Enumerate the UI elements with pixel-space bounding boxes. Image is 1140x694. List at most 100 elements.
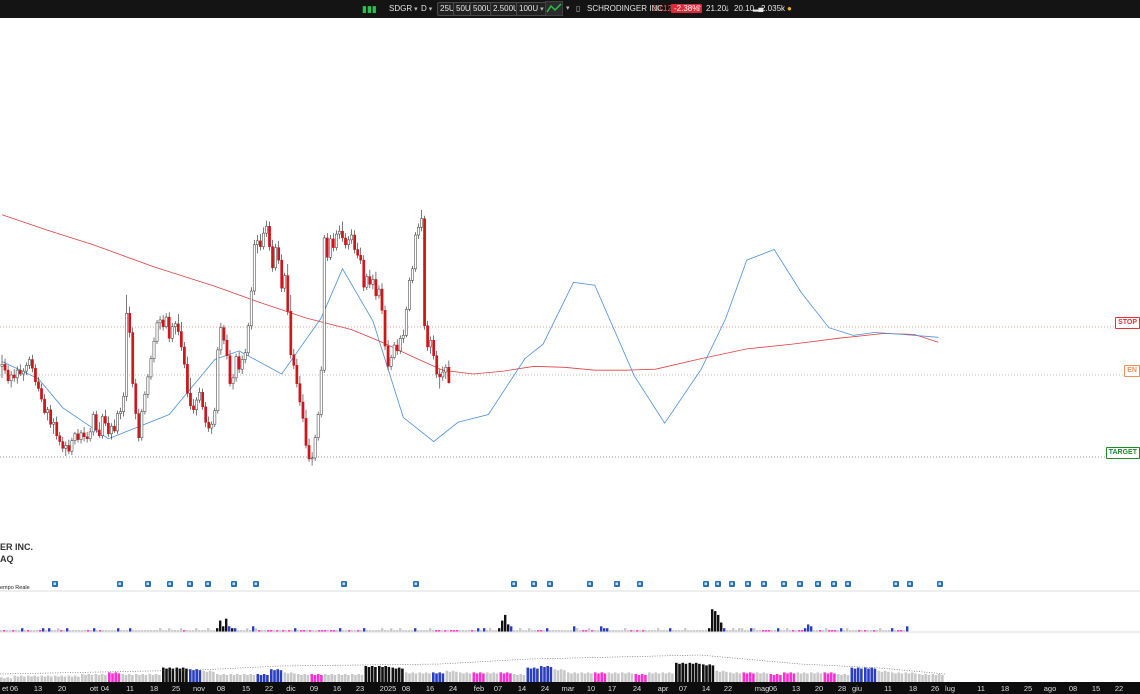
candle-bull bbox=[392, 342, 396, 360]
candle-bear bbox=[49, 404, 52, 429]
event-marker[interactable] bbox=[761, 581, 767, 587]
candle-bear bbox=[301, 394, 305, 423]
volume-bar bbox=[364, 666, 368, 682]
event-marker[interactable] bbox=[781, 581, 787, 587]
candle-bull bbox=[64, 441, 68, 457]
volume-bar bbox=[779, 675, 782, 682]
volume-bar bbox=[921, 675, 924, 682]
event-marker[interactable] bbox=[52, 581, 58, 587]
volume-bar bbox=[900, 673, 904, 682]
volume-bar bbox=[775, 674, 779, 682]
volume-bar bbox=[483, 628, 486, 632]
volume-bar bbox=[725, 671, 728, 682]
sma-long-line bbox=[1, 214, 939, 375]
volume-bar bbox=[181, 667, 185, 682]
event-marker[interactable] bbox=[815, 581, 821, 587]
event-marker[interactable] bbox=[587, 581, 593, 587]
period-selector[interactable]: D ▾ bbox=[421, 2, 432, 16]
volume-bar bbox=[543, 667, 546, 682]
event-marker[interactable] bbox=[187, 581, 193, 587]
volume-bar bbox=[907, 673, 911, 682]
time-axis-label: 22 bbox=[1114, 684, 1124, 693]
event-marker[interactable] bbox=[703, 581, 709, 587]
chart-area[interactable] bbox=[0, 18, 1140, 682]
symbol-selector[interactable]: SDGR ▾ bbox=[389, 2, 418, 16]
event-markers bbox=[52, 581, 943, 587]
volume-bar bbox=[519, 674, 522, 682]
event-marker[interactable] bbox=[937, 581, 943, 587]
event-marker[interactable] bbox=[511, 581, 517, 587]
candle-bear bbox=[3, 358, 7, 375]
candle-bear bbox=[180, 321, 183, 351]
volume-bar bbox=[208, 670, 212, 682]
event-marker[interactable] bbox=[893, 581, 899, 587]
volume-bar bbox=[418, 672, 422, 682]
volume-bar bbox=[401, 668, 404, 682]
line-style-button[interactable] bbox=[544, 0, 564, 17]
event-marker[interactable] bbox=[531, 581, 537, 587]
volume-bar bbox=[216, 628, 219, 632]
candle-bear bbox=[186, 356, 189, 398]
time-axis-label: 17 bbox=[607, 684, 617, 693]
volume-bar bbox=[681, 662, 684, 682]
volume-bar bbox=[671, 673, 674, 682]
event-marker[interactable] bbox=[413, 581, 419, 587]
time-axis-label: 14 bbox=[517, 684, 527, 693]
volume-bar bbox=[343, 674, 347, 682]
entry-level-label[interactable]: EN bbox=[1124, 365, 1140, 377]
event-marker[interactable] bbox=[729, 581, 735, 587]
volume-bar bbox=[246, 628, 249, 632]
volume-bar bbox=[941, 675, 944, 682]
volume-bar bbox=[363, 628, 366, 632]
event-marker[interactable] bbox=[205, 581, 211, 587]
event-marker[interactable] bbox=[145, 581, 151, 587]
event-marker[interactable] bbox=[831, 581, 837, 587]
time-axis-label: 18 bbox=[149, 684, 159, 693]
candle-bear bbox=[183, 342, 186, 369]
volume-bar bbox=[567, 672, 570, 682]
event-marker[interactable] bbox=[253, 581, 259, 587]
bars-count-selector[interactable]: 100U ▾ bbox=[516, 2, 547, 16]
volume-bar bbox=[657, 628, 660, 632]
event-marker[interactable] bbox=[637, 581, 643, 587]
volume-bar bbox=[489, 673, 492, 682]
event-marker[interactable] bbox=[797, 581, 803, 587]
volume-bar bbox=[367, 667, 371, 682]
chart-type-icon[interactable]: ▮▮▮ bbox=[362, 2, 377, 16]
volume-bar bbox=[84, 675, 87, 682]
volume-bar bbox=[370, 666, 374, 682]
event-marker[interactable] bbox=[231, 581, 237, 587]
event-marker[interactable] bbox=[341, 581, 347, 587]
volume-bar bbox=[570, 673, 573, 682]
event-marker[interactable] bbox=[745, 581, 751, 587]
event-marker[interactable] bbox=[167, 581, 173, 587]
time-axis[interactable]: et 06 13 20 ott 04 11 18 25 nov 08 15 22 dic 09 16 23 202… bbox=[0, 682, 1140, 694]
stop-level-label[interactable]: STOP bbox=[1115, 317, 1140, 329]
volume-bar bbox=[207, 628, 210, 632]
volume-bar bbox=[286, 673, 290, 682]
candle-bear bbox=[356, 242, 360, 259]
candle-bull bbox=[240, 355, 244, 375]
target-level-label[interactable]: TARGET bbox=[1105, 447, 1140, 459]
event-marker[interactable] bbox=[845, 581, 851, 587]
event-marker[interactable] bbox=[715, 581, 721, 587]
volume-bar bbox=[621, 672, 624, 682]
event-marker[interactable] bbox=[907, 581, 913, 587]
arrow-down-icon: 🡓 bbox=[725, 4, 730, 13]
volume-bar bbox=[117, 673, 121, 682]
volume-bar bbox=[559, 669, 563, 682]
chevron-down-icon[interactable]: ▾ bbox=[566, 2, 570, 16]
volume-bar bbox=[387, 667, 391, 682]
volume-bar bbox=[937, 674, 941, 682]
volume-bar bbox=[661, 672, 665, 682]
candle-bull bbox=[46, 406, 49, 421]
event-marker[interactable] bbox=[117, 581, 123, 587]
info-icon[interactable]: ▯ bbox=[576, 2, 580, 16]
event-marker[interactable] bbox=[614, 581, 620, 587]
event-marker[interactable] bbox=[547, 581, 553, 587]
volume-bar bbox=[717, 614, 720, 632]
volume-bar bbox=[891, 672, 894, 682]
volume-bar bbox=[235, 674, 239, 682]
volume-bar bbox=[158, 675, 161, 682]
volume-bar bbox=[378, 666, 381, 682]
